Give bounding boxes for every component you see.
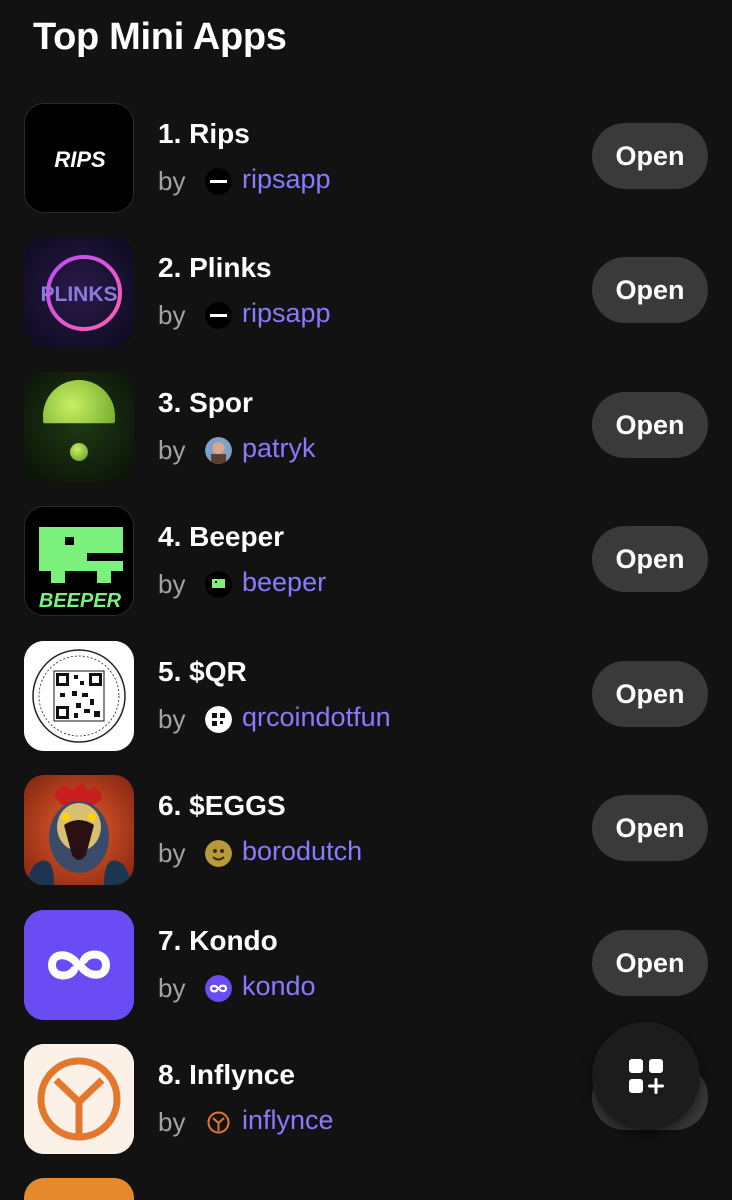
app-name[interactable]: 3. Spor bbox=[158, 387, 253, 419]
by-label: by bbox=[158, 300, 186, 330]
list-item[interactable]: 6. $EGGS by borodutch Open bbox=[0, 772, 732, 885]
list-item[interactable]: RIPS 1. Rips by ripsapp Open bbox=[0, 100, 732, 213]
by-label: by bbox=[158, 704, 186, 734]
svg-text:BEEPER: BEEPER bbox=[39, 590, 122, 612]
open-button[interactable]: Open bbox=[592, 930, 708, 996]
patryk-avatar-icon bbox=[205, 437, 232, 464]
open-button[interactable]: Open bbox=[592, 257, 708, 323]
by-label: by bbox=[158, 569, 186, 599]
author-link[interactable]: ripsapp bbox=[242, 164, 331, 195]
author-link[interactable]: beeper bbox=[242, 567, 326, 598]
rips-logo-icon[interactable]: RIPS bbox=[24, 103, 134, 213]
spor-logo-icon[interactable] bbox=[24, 372, 134, 482]
list-item[interactable]: BEEPER 4. Beeper by beeper Open bbox=[0, 503, 732, 616]
open-button[interactable]: Open bbox=[592, 526, 708, 592]
svg-text:RIPS: RIPS bbox=[54, 147, 106, 172]
list-item[interactable]: 3. Spor by patryk Open bbox=[0, 369, 732, 482]
list-item[interactable]: 7. Kondo by kondo Open bbox=[0, 907, 732, 1020]
inflynce-logo-icon[interactable] bbox=[24, 1044, 134, 1154]
author-link[interactable]: ripsapp bbox=[242, 298, 331, 329]
kondo-logo-icon[interactable] bbox=[24, 910, 134, 1020]
open-button[interactable]: Open bbox=[592, 123, 708, 189]
app-icon-partial[interactable] bbox=[24, 1178, 134, 1200]
list-item[interactable]: PLINKS 2. Plinks by ripsapp Open bbox=[0, 234, 732, 347]
open-button[interactable]: Open bbox=[592, 795, 708, 861]
plinks-logo-icon[interactable]: PLINKS bbox=[24, 237, 134, 347]
add-app-grid-icon bbox=[629, 1059, 664, 1094]
by-label: by bbox=[158, 1107, 186, 1137]
app-name[interactable]: 1. Rips bbox=[158, 118, 250, 150]
add-app-button[interactable] bbox=[592, 1022, 700, 1130]
by-label: by bbox=[158, 973, 186, 1003]
by-label: by bbox=[158, 166, 186, 196]
open-button[interactable]: Open bbox=[592, 661, 708, 727]
author-link[interactable]: kondo bbox=[242, 971, 316, 1002]
kondo-avatar-icon bbox=[205, 975, 232, 1002]
page-title: Top Mini Apps bbox=[33, 16, 287, 58]
by-label: by bbox=[158, 435, 186, 465]
borodutch-avatar-icon bbox=[205, 840, 232, 867]
rooster-logo-icon[interactable] bbox=[24, 775, 134, 885]
app-name[interactable]: 5. $QR bbox=[158, 656, 247, 688]
svg-text:PLINKS: PLINKS bbox=[40, 283, 117, 306]
mini-apps-page: Top Mini Apps RIPS 1. Rips by ripsapp Op… bbox=[0, 0, 732, 1200]
beeper-avatar-icon bbox=[205, 571, 232, 598]
author-link[interactable]: patryk bbox=[242, 433, 316, 464]
author-link[interactable]: borodutch bbox=[242, 836, 362, 867]
qr-logo-icon[interactable] bbox=[24, 641, 134, 751]
ripsapp-avatar-icon bbox=[205, 302, 232, 329]
author-link[interactable]: qrcoindotfun bbox=[242, 702, 391, 733]
beeper-logo-icon[interactable]: BEEPER bbox=[24, 506, 134, 616]
author-link[interactable]: inflynce bbox=[242, 1105, 334, 1136]
list-item[interactable]: 5. $QR by qrcoindotfun Open bbox=[0, 638, 732, 751]
open-button[interactable]: Open bbox=[592, 392, 708, 458]
ripsapp-avatar-icon bbox=[205, 168, 232, 195]
inflynce-avatar-icon bbox=[205, 1109, 232, 1136]
app-name[interactable]: 6. $EGGS bbox=[158, 790, 286, 822]
app-name[interactable]: 7. Kondo bbox=[158, 925, 278, 957]
by-label: by bbox=[158, 838, 186, 868]
app-name[interactable]: 2. Plinks bbox=[158, 252, 272, 284]
app-name[interactable]: 4. Beeper bbox=[158, 521, 284, 553]
qr-avatar-icon bbox=[205, 706, 232, 733]
app-name[interactable]: 8. Inflynce bbox=[158, 1059, 295, 1091]
